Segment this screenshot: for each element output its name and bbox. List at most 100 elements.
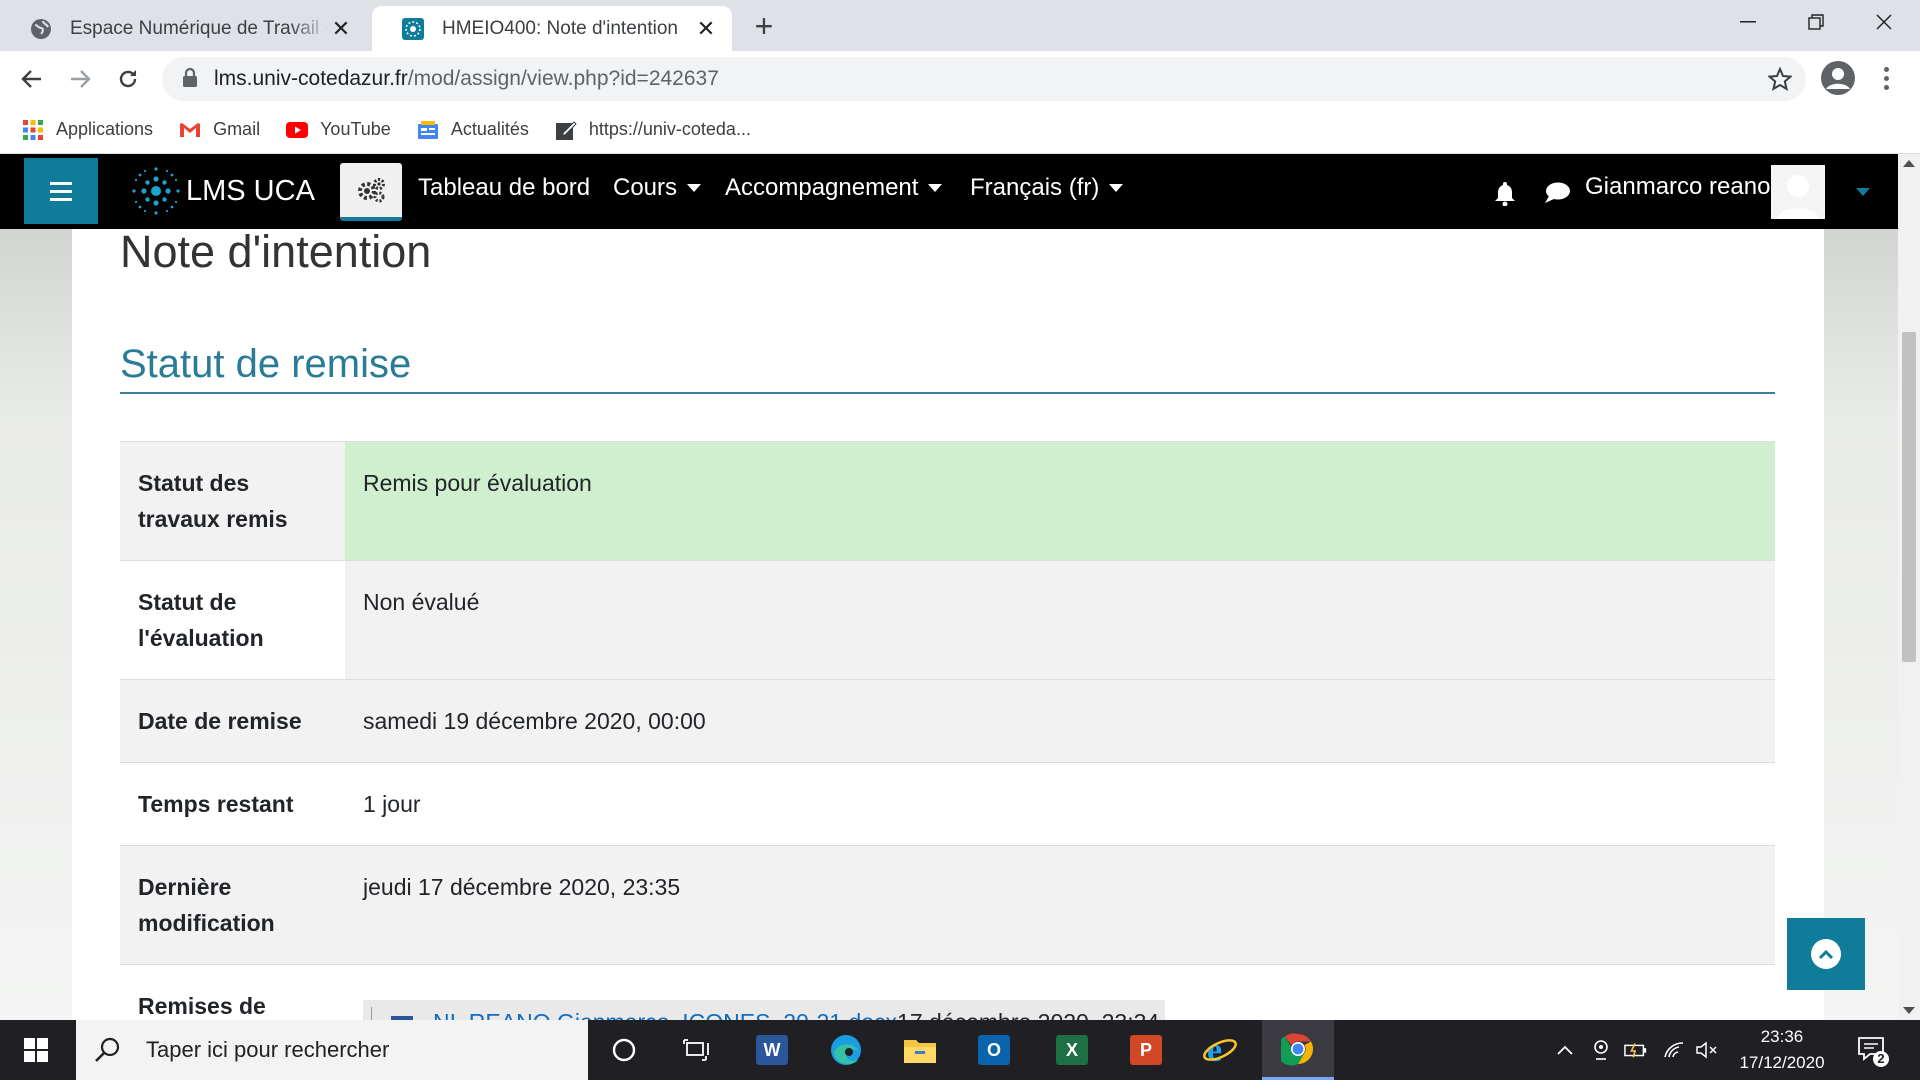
scroll-up-arrow-icon[interactable]	[1903, 160, 1915, 167]
word-app-icon[interactable]: W	[736, 1020, 808, 1080]
internet-explorer-icon[interactable]: e	[1184, 1020, 1256, 1080]
chrome-browser-icon[interactable]	[1262, 1020, 1334, 1080]
lms-logo-icon	[128, 163, 184, 219]
search-placeholder: Taper ici pour rechercher	[146, 1037, 390, 1062]
browser-toolbar: lms.univ-cotedazur.fr/mod/assign/view.ph…	[0, 51, 1920, 106]
powerpoint-app-icon[interactable]: P	[1110, 1020, 1182, 1080]
section-title: Statut de remise	[120, 342, 412, 386]
nav-language-label: Français ‎(fr)‎	[970, 174, 1100, 201]
lms-navbar: LMS UCA Tableau de bord Cours Accompagne…	[0, 154, 1898, 229]
nav-support-dropdown[interactable]: Accompagnement	[725, 174, 943, 202]
taskbar-clock[interactable]: 23:36 17/12/2020	[1722, 1024, 1842, 1076]
taskbar-search-box[interactable]: Taper ici pour rechercher	[76, 1020, 588, 1080]
last-modified-value: jeudi 17 décembre 2020, 23:35	[345, 845, 1775, 965]
file-explorer-icon[interactable]	[884, 1020, 956, 1080]
back-arrow-icon[interactable]	[14, 61, 50, 97]
time-remaining-value: 1 jour	[345, 762, 1775, 846]
search-icon	[94, 1036, 122, 1064]
globe-icon	[30, 18, 52, 40]
tab-title: HMEIO400: Note d'intention	[442, 17, 678, 39]
new-tab-plus-icon[interactable]: +	[748, 8, 780, 44]
restore-window-icon[interactable]	[1782, 0, 1850, 44]
browser-menu-icon[interactable]	[1874, 60, 1898, 96]
lms-brand-name: LMS UCA	[186, 174, 315, 207]
url-host: lms.univ-cotedazur.fr	[214, 67, 408, 90]
forward-arrow-icon[interactable]	[62, 61, 98, 97]
close-window-icon[interactable]	[1850, 0, 1918, 44]
nav-language-dropdown[interactable]: Français ‎(fr)‎	[970, 174, 1124, 202]
bookmark-label: Actualités	[450, 119, 529, 139]
notifications-bell-icon[interactable]	[1491, 180, 1519, 206]
nav-dashboard-link[interactable]: Tableau de bord	[418, 174, 590, 202]
bookmark-label: YouTube	[320, 119, 391, 139]
cortana-circle-icon[interactable]	[588, 1020, 660, 1080]
page-title: Note d'intention	[120, 226, 432, 277]
bookmark-label: Applications	[56, 119, 154, 139]
bookmark-actualites[interactable]: Actualités	[417, 119, 529, 141]
nav-courses-label: Cours	[613, 174, 678, 201]
nav-courses-dropdown[interactable]: Cours	[613, 174, 702, 202]
webcam-tray-icon[interactable]	[1589, 1038, 1613, 1062]
user-menu-chevron-down-icon[interactable]	[1856, 188, 1870, 196]
reload-icon[interactable]	[110, 61, 146, 97]
chevron-down-icon	[928, 184, 943, 192]
word-document-icon: W	[391, 1016, 413, 1020]
submission-status-value: Remis pour évaluation	[345, 441, 1775, 561]
browser-tab-strip: Espace Numérique de Travail - espace ✕ H…	[0, 0, 1920, 51]
gmail-icon	[179, 119, 201, 141]
profile-avatar-icon[interactable]	[1820, 60, 1856, 96]
minimize-window-icon[interactable]	[1714, 0, 1782, 44]
clock-time: 23:36	[1760, 1027, 1804, 1046]
bookmark-univ-coteda[interactable]: https://univ-coteda...	[555, 119, 751, 141]
gears-icon	[358, 178, 385, 203]
task-view-icon[interactable]	[660, 1020, 732, 1080]
page-viewport: LMS UCA Tableau de bord Cours Accompagne…	[0, 154, 1898, 1020]
tab-espace-numerique[interactable]: Espace Numérique de Travail - espace ✕	[0, 6, 367, 51]
action-center-notification-icon[interactable]: 2	[1856, 1034, 1890, 1068]
news-icon	[417, 119, 439, 141]
notification-count-badge: 2	[1877, 1051, 1885, 1066]
windows-taskbar: Taper ici pour rechercher W O X P e 23:3…	[0, 1020, 1920, 1080]
submitted-file-link[interactable]: NI_REANO Gianmarco_ICONES_20-21.docx	[433, 1004, 897, 1020]
messages-chat-icon[interactable]	[1543, 180, 1571, 206]
row-label: Statut de l'évaluation	[120, 560, 345, 680]
row-label: Dernière modification	[120, 845, 345, 965]
show-hidden-icons-chevron-up-icon[interactable]	[1553, 1038, 1577, 1062]
table-row: Date de remise samedi 19 décembre 2020, …	[120, 679, 1775, 763]
close-tab-icon[interactable]: ✕	[329, 16, 353, 41]
battery-charging-icon[interactable]	[1624, 1038, 1648, 1062]
scrollbar-thumb[interactable]	[1902, 332, 1916, 662]
volume-muted-icon[interactable]	[1696, 1038, 1720, 1062]
tab-note-intention[interactable]: HMEIO400: Note d'intention ✕	[372, 6, 732, 51]
back-to-top-button[interactable]	[1787, 918, 1865, 990]
edge-browser-icon[interactable]	[810, 1020, 882, 1080]
scroll-down-arrow-icon[interactable]	[1903, 1007, 1915, 1014]
drawer-toggle-hamburger-icon[interactable]	[24, 158, 98, 224]
outlook-app-icon[interactable]: O	[958, 1020, 1030, 1080]
address-bar[interactable]: lms.univ-cotedazur.fr/mod/assign/view.ph…	[162, 57, 1806, 101]
bookmark-applications[interactable]: Applications	[22, 119, 153, 141]
lms-brand-link[interactable]: LMS UCA	[128, 162, 315, 220]
submitted-file-date: 17 décembre 2020, 23:34	[897, 1004, 1159, 1020]
excel-app-icon[interactable]: X	[1036, 1020, 1108, 1080]
table-row: Statut de l'évaluation Non évalué	[120, 560, 1775, 680]
table-row: Statut des travaux remis Remis pour éval…	[120, 441, 1775, 561]
wifi-icon[interactable]	[1662, 1038, 1686, 1062]
bookmark-youtube[interactable]: YouTube	[286, 119, 391, 141]
start-windows-icon[interactable]	[0, 1020, 72, 1080]
bookmark-star-icon[interactable]	[1766, 65, 1794, 93]
chevron-up-icon	[1811, 939, 1841, 969]
close-tab-icon[interactable]: ✕	[694, 16, 718, 41]
user-avatar[interactable]	[1771, 165, 1825, 219]
table-row: Temps restant 1 jour	[120, 762, 1775, 846]
youtube-icon	[286, 119, 309, 141]
user-name[interactable]: Gianmarco reano	[1585, 173, 1770, 201]
course-admin-gear-button[interactable]	[340, 163, 402, 221]
row-label: Statut des travaux remis	[120, 441, 345, 561]
page-scrollbar[interactable]	[1898, 154, 1920, 1020]
bookmark-label: https://univ-coteda...	[588, 119, 751, 139]
grading-status-value: Non évalué	[345, 560, 1775, 680]
submitted-file-entry: W NI_REANO Gianmarco_ICONES_20-21.docx17…	[363, 1000, 1166, 1020]
due-date-value: samedi 19 décembre 2020, 00:00	[345, 679, 1775, 763]
bookmark-gmail[interactable]: Gmail	[179, 119, 260, 141]
